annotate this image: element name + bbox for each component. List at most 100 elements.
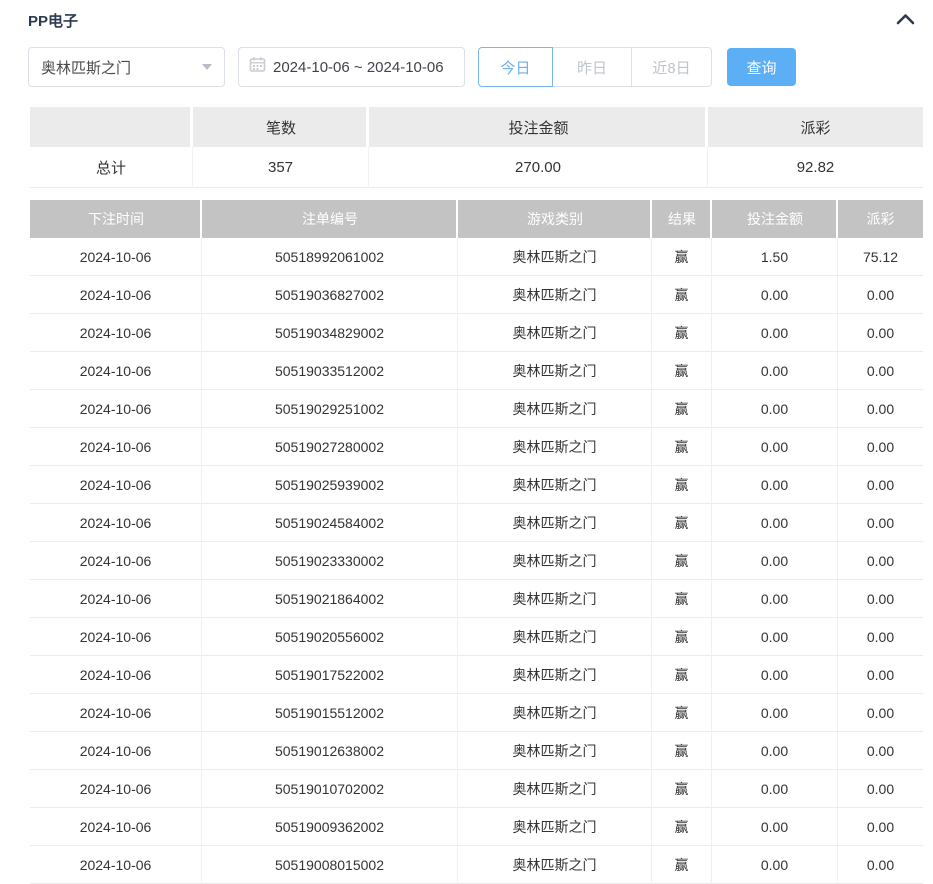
table-row: 2024-10-06 50519008015002 奥林匹斯之门 赢 0.00 … — [30, 846, 923, 884]
cell-game-type: 奥林匹斯之门 — [458, 238, 652, 276]
section-header: PP电子 — [0, 0, 933, 31]
cell-game-type: 奥林匹斯之门 — [458, 428, 652, 466]
table-row: 2024-10-06 50519021864002 奥林匹斯之门 赢 0.00 … — [30, 580, 923, 618]
cell-game-type: 奥林匹斯之门 — [458, 808, 652, 846]
summary-total-row: 总计 357 270.00 92.82 — [30, 147, 923, 188]
cell-payout: 0.00 — [838, 542, 923, 580]
cell-game-type: 奥林匹斯之门 — [458, 390, 652, 428]
game-select-value: 奥林匹斯之门 — [41, 57, 131, 78]
cell-bet-time: 2024-10-06 — [30, 618, 202, 656]
page-title: PP电子 — [28, 10, 78, 31]
summary-table: 笔数 投注金额 派彩 总计 357 270.00 92.82 — [30, 107, 923, 188]
cell-bet-id: 50518992061002 — [202, 238, 458, 276]
cell-game-type: 奥林匹斯之门 — [458, 770, 652, 808]
cell-payout: 0.00 — [838, 314, 923, 352]
cell-bet-time: 2024-10-06 — [30, 428, 202, 466]
cell-bet-id: 50519033512002 — [202, 352, 458, 390]
table-row: 2024-10-06 50519027280002 奥林匹斯之门 赢 0.00 … — [30, 428, 923, 466]
table-row: 2024-10-06 50519029251002 奥林匹斯之门 赢 0.00 … — [30, 390, 923, 428]
cell-game-type: 奥林匹斯之门 — [458, 314, 652, 352]
cell-bet-id: 50519034829002 — [202, 314, 458, 352]
cell-bet-time: 2024-10-06 — [30, 276, 202, 314]
calendar-icon — [249, 56, 266, 78]
search-button[interactable]: 查询 — [727, 48, 796, 86]
collapse-section-button[interactable] — [894, 11, 917, 30]
cell-result: 赢 — [652, 466, 712, 504]
cell-bet-id: 50519024584002 — [202, 504, 458, 542]
last-8-days-button[interactable]: 近8日 — [631, 47, 712, 87]
col-payout: 派彩 — [838, 200, 923, 238]
cell-result: 赢 — [652, 808, 712, 846]
yesterday-button[interactable]: 昨日 — [552, 47, 632, 87]
cell-bet-amount: 0.00 — [712, 846, 838, 884]
cell-game-type: 奥林匹斯之门 — [458, 504, 652, 542]
cell-game-type: 奥林匹斯之门 — [458, 580, 652, 618]
cell-bet-time: 2024-10-06 — [30, 542, 202, 580]
cell-bet-amount: 0.00 — [712, 656, 838, 694]
cell-result: 赢 — [652, 390, 712, 428]
cell-bet-time: 2024-10-06 — [30, 770, 202, 808]
cell-result: 赢 — [652, 314, 712, 352]
bet-records-table: 下注时间 注单编号 游戏类别 结果 投注金额 派彩 2024-10-06 505… — [30, 200, 923, 884]
cell-result: 赢 — [652, 276, 712, 314]
bet-table-header: 下注时间 注单编号 游戏类别 结果 投注金额 派彩 — [30, 200, 923, 238]
today-button[interactable]: 今日 — [478, 47, 553, 87]
summary-col-count: 笔数 — [193, 107, 369, 147]
date-range-value: 2024-10-06 ~ 2024-10-06 — [273, 59, 444, 76]
cell-bet-amount: 0.00 — [712, 390, 838, 428]
cell-bet-id: 50519017522002 — [202, 656, 458, 694]
cell-game-type: 奥林匹斯之门 — [458, 542, 652, 580]
cell-payout: 0.00 — [838, 732, 923, 770]
cell-bet-time: 2024-10-06 — [30, 732, 202, 770]
quick-date-button-group: 今日 昨日 近8日 — [478, 47, 712, 87]
cell-bet-id: 50519029251002 — [202, 390, 458, 428]
cell-payout: 0.00 — [838, 504, 923, 542]
cell-bet-time: 2024-10-06 — [30, 466, 202, 504]
game-select[interactable]: 奥林匹斯之门 — [28, 47, 225, 87]
cell-game-type: 奥林匹斯之门 — [458, 276, 652, 314]
cell-bet-amount: 0.00 — [712, 770, 838, 808]
cell-bet-amount: 0.00 — [712, 428, 838, 466]
cell-bet-time: 2024-10-06 — [30, 504, 202, 542]
cell-result: 赢 — [652, 618, 712, 656]
cell-payout: 75.12 — [838, 238, 923, 276]
cell-result: 赢 — [652, 846, 712, 884]
cell-payout: 0.00 — [838, 846, 923, 884]
cell-payout: 0.00 — [838, 276, 923, 314]
cell-result: 赢 — [652, 428, 712, 466]
cell-bet-amount: 0.00 — [712, 808, 838, 846]
cell-bet-amount: 0.00 — [712, 276, 838, 314]
table-row: 2024-10-06 50519020556002 奥林匹斯之门 赢 0.00 … — [30, 618, 923, 656]
summary-total-label: 总计 — [30, 147, 193, 188]
cell-payout: 0.00 — [838, 428, 923, 466]
cell-result: 赢 — [652, 694, 712, 732]
summary-total-count: 357 — [193, 147, 369, 188]
cell-game-type: 奥林匹斯之门 — [458, 656, 652, 694]
cell-game-type: 奥林匹斯之门 — [458, 732, 652, 770]
cell-bet-time: 2024-10-06 — [30, 580, 202, 618]
cell-bet-id: 50519025939002 — [202, 466, 458, 504]
cell-game-type: 奥林匹斯之门 — [458, 846, 652, 884]
col-bet-time: 下注时间 — [30, 200, 202, 238]
cell-payout: 0.00 — [838, 656, 923, 694]
cell-bet-time: 2024-10-06 — [30, 390, 202, 428]
cell-bet-time: 2024-10-06 — [30, 808, 202, 846]
cell-result: 赢 — [652, 732, 712, 770]
cell-result: 赢 — [652, 656, 712, 694]
table-row: 2024-10-06 50518992061002 奥林匹斯之门 赢 1.50 … — [30, 238, 923, 276]
cell-game-type: 奥林匹斯之门 — [458, 466, 652, 504]
summary-col-bet-amount: 投注金额 — [369, 107, 708, 147]
cell-bet-id: 50519027280002 — [202, 428, 458, 466]
cell-payout: 0.00 — [838, 618, 923, 656]
cell-payout: 0.00 — [838, 352, 923, 390]
date-range-input[interactable]: 2024-10-06 ~ 2024-10-06 — [238, 47, 465, 87]
cell-result: 赢 — [652, 580, 712, 618]
summary-col-blank — [30, 107, 193, 147]
cell-bet-id: 50519009362002 — [202, 808, 458, 846]
cell-payout: 0.00 — [838, 390, 923, 428]
summary-table-header: 笔数 投注金额 派彩 — [30, 107, 923, 147]
col-bet-id: 注单编号 — [202, 200, 458, 238]
cell-bet-amount: 0.00 — [712, 618, 838, 656]
cell-game-type: 奥林匹斯之门 — [458, 618, 652, 656]
table-row: 2024-10-06 50519009362002 奥林匹斯之门 赢 0.00 … — [30, 808, 923, 846]
